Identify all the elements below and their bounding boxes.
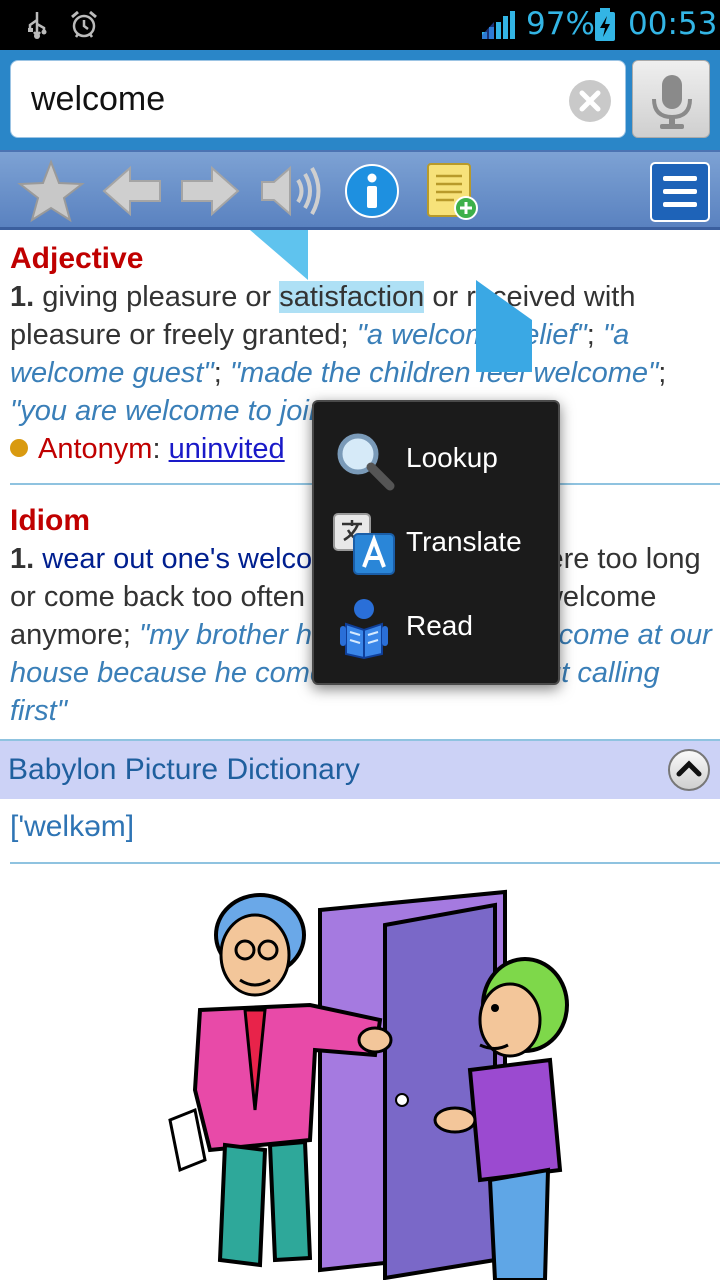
forward-arrow-icon[interactable]	[178, 158, 242, 224]
menu-item-label: Read	[406, 610, 473, 641]
usb-icon	[28, 12, 47, 39]
definition-content: Adjective 1. giving pleasure or satisfac…	[0, 230, 720, 1280]
menu-item-label: Translate	[406, 526, 522, 557]
idiom-term: wear out one's welcome	[42, 543, 353, 575]
menu-icon	[652, 164, 653, 165]
menu-button[interactable]	[650, 162, 710, 222]
voice-search-button[interactable]	[632, 60, 710, 138]
search-header	[0, 50, 720, 150]
status-bar: 97% 00:53	[0, 0, 720, 50]
back-arrow-icon[interactable]	[100, 158, 164, 224]
antonym-label: Antonym	[38, 433, 153, 465]
close-icon	[579, 90, 601, 112]
menu-item-lookup[interactable]: Lookup	[314, 418, 558, 502]
phonetic-transcription: ['welkəm]	[10, 810, 135, 843]
menu-item-read[interactable]: Read	[314, 586, 558, 670]
picture-dictionary-header[interactable]: Babylon Picture Dictionary	[0, 739, 720, 799]
part-of-speech-adjective: Adjective	[10, 242, 144, 275]
translate-icon	[333, 513, 395, 575]
battery-charging-icon	[595, 8, 615, 41]
chevron-up-icon	[676, 760, 702, 777]
selection-handle-end[interactable]	[476, 280, 534, 374]
clear-search-button[interactable]	[569, 80, 611, 122]
battery-percent: 97%	[526, 6, 595, 42]
example: "made the children feel welcome"	[229, 357, 659, 389]
star-icon[interactable]	[16, 158, 86, 224]
selected-word[interactable]: satisfaction	[279, 281, 425, 313]
speaker-icon[interactable]	[258, 158, 324, 224]
definition-text: giving pleasure or	[42, 281, 280, 313]
collapse-button[interactable]	[668, 749, 710, 791]
info-icon[interactable]	[342, 158, 402, 224]
menu-item-label: Lookup	[406, 442, 498, 473]
magnifier-icon	[337, 433, 395, 491]
menu-item-translate[interactable]: Translate	[314, 502, 558, 586]
antonym-bullet-icon	[10, 439, 28, 457]
microphone-icon	[652, 75, 692, 129]
section-title: Babylon Picture Dictionary	[8, 753, 360, 786]
search-input[interactable]	[31, 71, 551, 127]
antonym-link[interactable]: uninvited	[169, 433, 285, 465]
definition-number: 1.	[10, 281, 35, 313]
part-of-speech-idiom: Idiom	[10, 504, 90, 537]
signal-icon	[482, 11, 515, 39]
selection-handle-start[interactable]	[250, 230, 310, 282]
alarm-icon	[71, 10, 97, 38]
selection-context-menu: Lookup Translate Read	[312, 400, 560, 685]
example: "a welcome relief"	[356, 319, 587, 351]
divider	[10, 862, 720, 864]
welcome-illustration	[168, 889, 569, 1280]
search-box	[10, 60, 626, 138]
clock: 00:53	[628, 6, 718, 42]
definition-number: 1.	[10, 543, 35, 575]
toolbar	[0, 150, 720, 230]
read-icon	[340, 599, 388, 660]
add-note-icon[interactable]	[422, 158, 482, 224]
